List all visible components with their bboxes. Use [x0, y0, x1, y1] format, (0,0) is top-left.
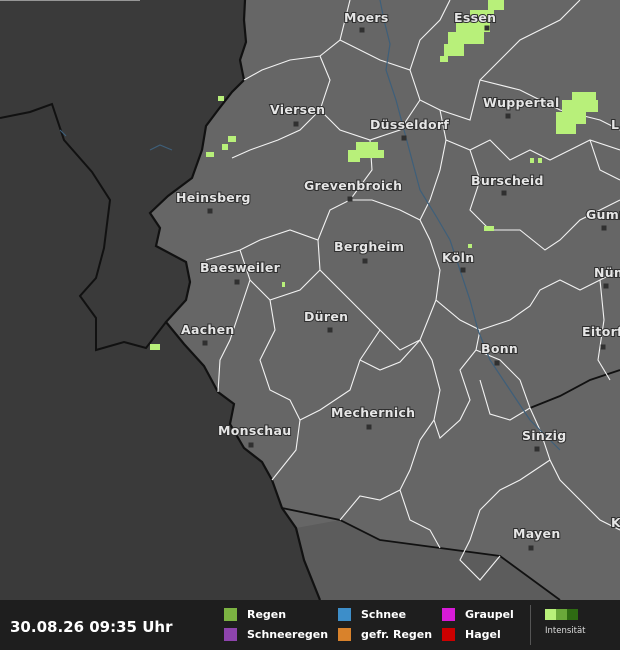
city-label-düren: Düren — [304, 309, 348, 324]
city-label-köln: Köln — [442, 250, 474, 265]
hagel-swatch — [442, 628, 455, 641]
legend-label-graupel: Graupel — [465, 608, 514, 621]
city-label-monschau: Monschau — [218, 423, 291, 438]
city-marker-heinsberg — [207, 208, 213, 214]
legend-label-gefr-regen: gefr. Regen — [361, 628, 433, 641]
city-marker-burscheid — [501, 190, 507, 196]
city-label-viersen: Viersen — [270, 102, 325, 117]
city-marker-eitorf — [600, 344, 606, 350]
intensity-box-3 — [567, 609, 578, 620]
city-marker-sinzig — [534, 446, 540, 452]
city-label-burscheid: Burscheid — [471, 173, 544, 188]
city-label-grevenbroich: Grevenbroich — [304, 178, 402, 193]
city-label-moers: Moers — [344, 10, 389, 25]
city-marker-essen — [484, 25, 490, 31]
city-label-baesweiler: Baesweiler — [200, 260, 281, 275]
legend-label-regen: Regen — [247, 608, 287, 621]
schneeregen-swatch — [224, 628, 237, 641]
city-marker-mechernich — [366, 424, 372, 430]
city-marker-bonn — [494, 360, 500, 366]
legend-label-schnee: Schnee — [361, 608, 407, 621]
city-marker-aachen — [202, 340, 208, 346]
city-label-essen: Essen — [454, 10, 496, 25]
city-marker-wuppertal — [505, 113, 511, 119]
city-marker-viersen — [293, 121, 299, 127]
city-marker-nüm — [603, 283, 609, 289]
legend-label-schneeregen: Schneeregen — [247, 628, 329, 641]
city-marker-gumm — [601, 225, 607, 231]
city-label-düsseldorf: Düsseldorf — [370, 117, 449, 132]
timestamp: 30.08.26 09:35 Uhr — [10, 618, 173, 636]
city-marker-düsseldorf — [401, 135, 407, 141]
city-label-mayen: Mayen — [513, 526, 561, 541]
legend-bar: 30.08.26 09:35 Uhr Regen Schnee Graupel … — [0, 600, 620, 650]
city-label-k: K — [611, 515, 620, 530]
city-marker-moers — [359, 27, 365, 33]
city-label-bonn: Bonn — [481, 341, 518, 356]
city-marker-köln — [460, 267, 466, 273]
city-label-l: L — [611, 117, 619, 132]
city-marker-monschau — [248, 442, 254, 448]
city-label-heinsberg: Heinsberg — [176, 190, 251, 205]
city-marker-düren — [327, 327, 333, 333]
city-label-sinzig: Sinzig — [522, 428, 567, 443]
city-marker-bergheim — [362, 258, 368, 264]
intensity-box-1 — [545, 609, 556, 620]
schnee-swatch — [338, 608, 351, 621]
weather-radar-map[interactable]: Moers Essen Viersen Wuppertal Düsseldorf Hein… — [0, 0, 620, 600]
city-label-mechernich: Mechernich — [331, 405, 415, 420]
city-label-aachen: Aachen — [181, 322, 235, 337]
legend-item-schnee: Schnee — [338, 608, 406, 621]
legend-separator — [530, 605, 531, 645]
graupel-swatch — [442, 608, 455, 621]
legend-label-hagel: Hagel — [465, 628, 501, 641]
intensity-scale: Intensität — [545, 609, 586, 636]
city-label-nüm: Nüm — [594, 265, 620, 280]
city-marker-grevenbroich — [347, 196, 353, 202]
intensity-label: Intensität — [545, 626, 586, 636]
city-label-wuppertal: Wuppertal — [483, 95, 560, 110]
intensity-box-2 — [556, 609, 567, 620]
gefr-regen-swatch — [338, 628, 351, 641]
legend-item-schneeregen: Schneeregen — [224, 628, 328, 641]
legend-item-regen: Regen — [224, 608, 286, 621]
regen-swatch — [224, 608, 237, 621]
city-label-eitorf: Eitorf — [582, 324, 620, 339]
legend-item-hagel: Hagel — [442, 628, 501, 641]
legend-item-gefr-regen: gefr. Regen — [338, 628, 432, 641]
city-label-gumm: Gumm — [586, 207, 620, 222]
city-label-bergheim: Bergheim — [334, 239, 404, 254]
legend-item-graupel: Graupel — [442, 608, 514, 621]
city-marker-baesweiler — [234, 279, 240, 285]
city-marker-mayen — [528, 545, 534, 551]
